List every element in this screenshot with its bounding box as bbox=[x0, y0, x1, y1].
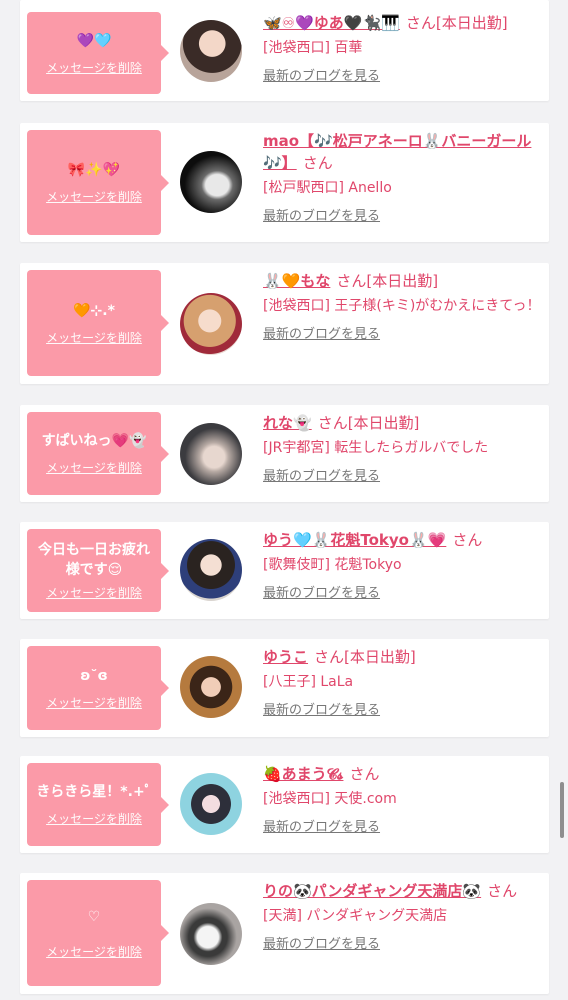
message-bubble: きらきら星！*.+ﾟ メッセージを削除 bbox=[27, 763, 169, 846]
message-card: すぱいねっ💗👻 メッセージを削除 れな👻 さん[本日出勤] [JR宇都宮] 転生し… bbox=[20, 405, 549, 502]
san-label: さん bbox=[487, 882, 518, 900]
avatar[interactable] bbox=[180, 773, 242, 835]
delete-message-link[interactable]: メッセージを削除 bbox=[46, 329, 142, 346]
card-info: 🦋♾💜ゆあ🖤🐈‍⬛🎹 さん[本日出勤] [池袋西口] 百華 最新のブログを見る bbox=[263, 12, 541, 84]
message-card: ♡ メッセージを削除 りの🐼パンダギャング天満店🐼 さん [天満] パンダギャング… bbox=[20, 873, 549, 994]
shop-label: [八王子] LaLa bbox=[263, 674, 354, 690]
card-info: 🍓あまう𝓒𝓼 さん [池袋西口] 天使.com 最新のブログを見る bbox=[263, 763, 541, 835]
delete-message-link[interactable]: メッセージを削除 bbox=[46, 943, 142, 960]
girl-name-link[interactable]: ゆう🩵🐰花魁Tokyo🐰💗 bbox=[263, 531, 446, 549]
girl-name-link[interactable]: 🦋♾💜ゆあ🖤🐈‍⬛🎹 bbox=[263, 14, 400, 32]
message-text: 今日も一日お疲れ様です😌 bbox=[38, 542, 150, 578]
message-text: 💜🩵 bbox=[76, 32, 112, 49]
name-line: ゆうこ さん[本日出勤] bbox=[263, 646, 541, 668]
shop-label: [池袋西口] 天使.com bbox=[263, 791, 397, 807]
message-bubble: 💜🩵 メッセージを削除 bbox=[27, 12, 169, 94]
card-info: 🐰🧡もな さん[本日出勤] [池袋西口] 王子様(キミ)がむかえにきてっ！ 最新の… bbox=[263, 270, 541, 342]
delete-message-link[interactable]: メッセージを削除 bbox=[46, 59, 142, 76]
avatar[interactable] bbox=[180, 20, 242, 82]
latest-blog-link[interactable]: 最新のブログを見る bbox=[263, 465, 380, 484]
scrollbar[interactable] bbox=[560, 782, 564, 838]
shop-label: [歌舞伎町] 花魁Tokyo bbox=[263, 557, 402, 573]
name-line: 🍓あまう𝓒𝓼 さん bbox=[263, 763, 541, 785]
avatar[interactable] bbox=[180, 151, 242, 213]
status-label: [本日出勤] bbox=[366, 272, 439, 290]
message-card: 🎀✨💖 メッセージを削除 mao【🎶松戸アネーロ🐰バニーガール🎶】 さん [松戸駅… bbox=[20, 123, 549, 242]
girl-name-link[interactable]: ゆうこ bbox=[263, 648, 308, 666]
message-bubble: ʚ˘ɞ メッセージを削除 bbox=[27, 646, 169, 730]
shop-label: [天満] パンダギャング天満店 bbox=[263, 908, 448, 924]
shop-label: [JR宇都宮] 転生したらガルバでした bbox=[263, 440, 489, 456]
message-text: すぱいねっ💗👻 bbox=[41, 433, 147, 449]
message-bubble: 今日も一日お疲れ様です😌 メッセージを削除 bbox=[27, 529, 169, 612]
message-card: ʚ˘ɞ メッセージを削除 ゆうこ さん[本日出勤] [八王子] LaLa 最新のブ… bbox=[20, 639, 549, 737]
message-text: きらきら星！*.+ﾟ bbox=[36, 784, 152, 800]
girl-name-link[interactable]: りの🐼パンダギャング天満店🐼 bbox=[263, 882, 481, 900]
avatar[interactable] bbox=[180, 423, 242, 485]
message-bubble: 🎀✨💖 メッセージを削除 bbox=[27, 130, 169, 235]
card-info: ゆう🩵🐰花魁Tokyo🐰💗 さん [歌舞伎町] 花魁Tokyo 最新のブログを見る bbox=[263, 529, 541, 601]
name-line: れな👻 さん[本日出勤] bbox=[263, 412, 541, 434]
name-line: mao【🎶松戸アネーロ🐰バニーガール🎶】 さん bbox=[263, 130, 541, 174]
san-label: さん bbox=[452, 531, 483, 549]
latest-blog-link[interactable]: 最新のブログを見る bbox=[263, 65, 380, 84]
card-info: mao【🎶松戸アネーロ🐰バニーガール🎶】 さん [松戸駅西口] Anello 最新… bbox=[263, 130, 541, 224]
avatar[interactable] bbox=[180, 539, 242, 601]
card-info: りの🐼パンダギャング天満店🐼 さん [天満] パンダギャング天満店 最新のブログを… bbox=[263, 880, 541, 952]
girl-name-link[interactable]: 🐰🧡もな bbox=[263, 272, 330, 290]
san-label: さん bbox=[314, 648, 345, 666]
latest-blog-link[interactable]: 最新のブログを見る bbox=[263, 582, 380, 601]
latest-blog-link[interactable]: 最新のブログを見る bbox=[263, 816, 380, 835]
avatar[interactable] bbox=[180, 903, 242, 965]
message-bubble: 🧡⊹.* メッセージを削除 bbox=[27, 270, 169, 376]
latest-blog-link[interactable]: 最新のブログを見る bbox=[263, 323, 380, 342]
name-line: 🐰🧡もな さん[本日出勤] bbox=[263, 270, 541, 292]
status-label: [本日出勤] bbox=[435, 14, 508, 32]
name-line: ゆう🩵🐰花魁Tokyo🐰💗 さん bbox=[263, 529, 541, 551]
latest-blog-link[interactable]: 最新のブログを見る bbox=[263, 933, 380, 952]
shop-label: [松戸駅西口] Anello bbox=[263, 180, 392, 196]
latest-blog-link[interactable]: 最新のブログを見る bbox=[263, 205, 380, 224]
message-card: 🧡⊹.* メッセージを削除 🐰🧡もな さん[本日出勤] [池袋西口] 王子様(キミ… bbox=[20, 263, 549, 384]
girl-name-link[interactable]: 🍓あまう𝓒𝓼 bbox=[263, 765, 343, 783]
card-info: れな👻 さん[本日出勤] [JR宇都宮] 転生したらガルバでした 最新のブログを見… bbox=[263, 412, 541, 484]
san-label: さん bbox=[405, 14, 436, 32]
delete-message-link[interactable]: メッセージを削除 bbox=[46, 694, 142, 711]
girl-name-link[interactable]: れな👻 bbox=[263, 414, 312, 432]
avatar[interactable] bbox=[180, 656, 242, 718]
message-card: きらきら星！*.+ﾟ メッセージを削除 🍓あまう𝓒𝓼 さん [池袋西口] 天使.c… bbox=[20, 756, 549, 853]
delete-message-link[interactable]: メッセージを削除 bbox=[46, 584, 142, 601]
message-text: ʚ˘ɞ bbox=[80, 667, 108, 684]
message-bubble: すぱいねっ💗👻 メッセージを削除 bbox=[27, 412, 169, 495]
san-label: さん bbox=[317, 414, 348, 432]
san-label: さん bbox=[349, 765, 380, 783]
delete-message-link[interactable]: メッセージを削除 bbox=[46, 810, 142, 827]
message-text: ♡ bbox=[87, 908, 101, 925]
message-card: 今日も一日お疲れ様です😌 メッセージを削除 ゆう🩵🐰花魁Tokyo🐰💗 さん [歌… bbox=[20, 522, 549, 619]
status-label: [本日出勤] bbox=[344, 648, 416, 666]
latest-blog-link[interactable]: 最新のブログを見る bbox=[263, 699, 380, 718]
message-text: 🧡⊹.* bbox=[73, 302, 115, 319]
san-label: さん bbox=[302, 154, 333, 172]
name-line: 🦋♾💜ゆあ🖤🐈‍⬛🎹 さん[本日出勤] bbox=[263, 12, 541, 34]
message-card: 💜🩵 メッセージを削除 🦋♾💜ゆあ🖤🐈‍⬛🎹 さん[本日出勤] [池袋西口] 百華… bbox=[20, 0, 549, 101]
message-text: 🎀✨💖 bbox=[67, 162, 121, 178]
san-label: さん bbox=[336, 272, 367, 290]
avatar[interactable] bbox=[180, 293, 242, 355]
card-info: ゆうこ さん[本日出勤] [八王子] LaLa 最新のブログを見る bbox=[263, 646, 541, 718]
message-bubble: ♡ メッセージを削除 bbox=[27, 880, 169, 986]
name-line: りの🐼パンダギャング天満店🐼 さん bbox=[263, 880, 541, 902]
delete-message-link[interactable]: メッセージを削除 bbox=[46, 188, 142, 205]
shop-label: [池袋西口] 王子様(キミ)がむかえにきてっ！ bbox=[263, 298, 541, 314]
delete-message-link[interactable]: メッセージを削除 bbox=[46, 459, 142, 476]
status-label: [本日出勤] bbox=[347, 414, 420, 432]
shop-label: [池袋西口] 百華 bbox=[263, 40, 363, 56]
